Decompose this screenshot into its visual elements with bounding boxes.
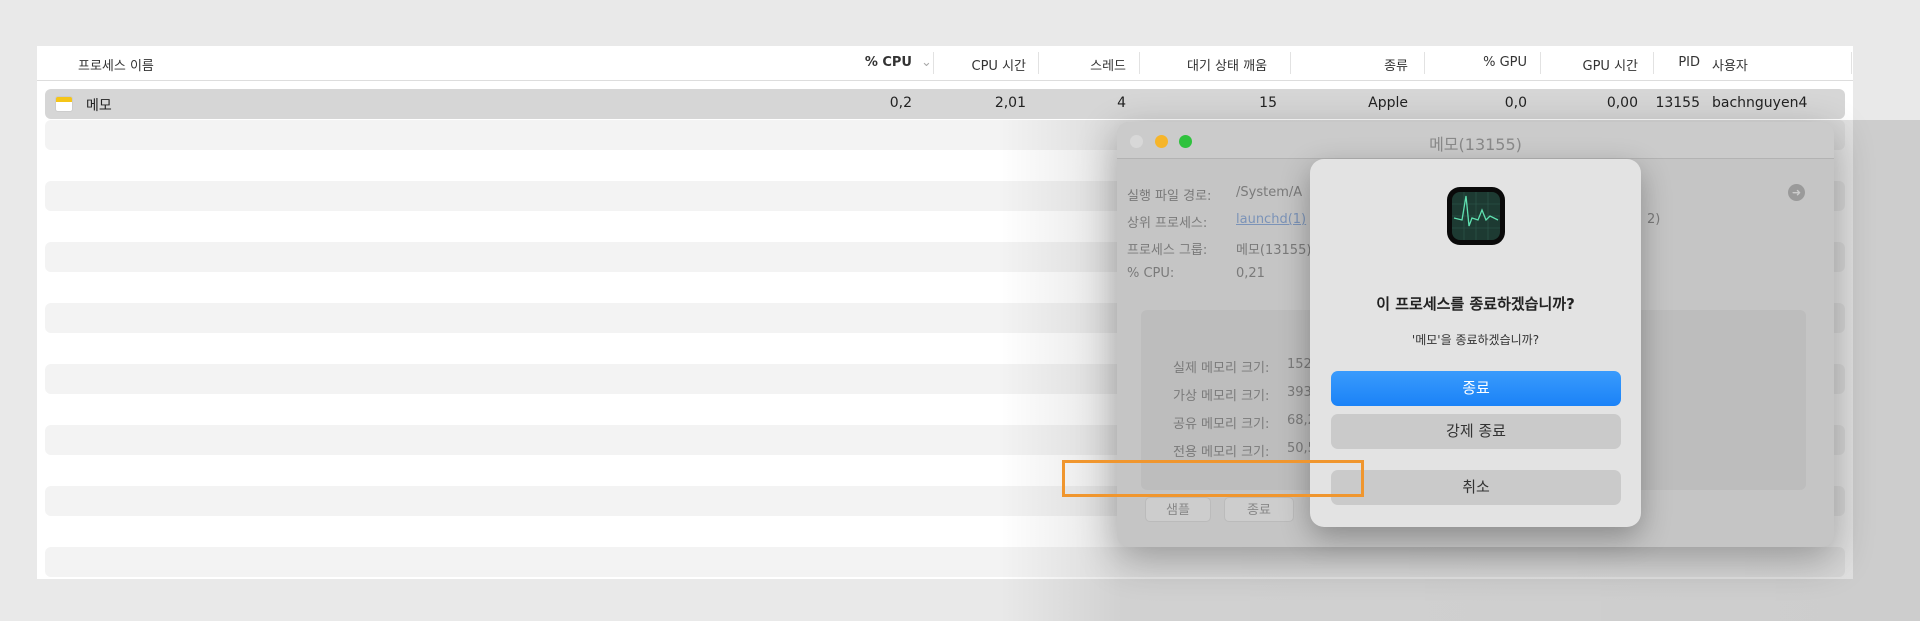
pid-value: 13155 — [1655, 95, 1700, 111]
col-threads[interactable]: 스레드 — [1090, 55, 1126, 74]
notes-app-icon — [55, 96, 73, 112]
activity-monitor-icon — [1447, 187, 1505, 245]
cpu-value: 0,21 — [1236, 266, 1265, 281]
exec-path-value: /System/A — [1236, 185, 1303, 200]
group-value: 메모(13155) — [1236, 243, 1312, 258]
sample-button[interactable]: 샘플 — [1145, 497, 1211, 522]
col-user[interactable]: 사용자 — [1712, 55, 1748, 74]
col-cpu[interactable]: % CPU — [865, 55, 912, 70]
table-header: 프로세스 이름 % CPU ⌄ CPU 시간 스레드 대기 상태 깨움 종류 %… — [37, 46, 1853, 81]
gpu-time-value: 0,00 — [1606, 95, 1638, 111]
dialog-title: 이 프로세스를 종료하겠습니까? — [1376, 295, 1575, 313]
col-process-name[interactable]: 프로세스 이름 — [78, 55, 154, 74]
wakeups-value: 15 — [1259, 95, 1277, 111]
col-cpu-time[interactable]: CPU 시간 — [972, 55, 1026, 74]
cancel-button[interactable]: 취소 — [1331, 470, 1621, 505]
col-kind[interactable]: 종류 — [1384, 55, 1408, 74]
threads-value: 4 — [1117, 95, 1126, 111]
highlight-box — [1062, 460, 1364, 497]
col-wakeups[interactable]: 대기 상태 깨움 — [1187, 55, 1267, 74]
parent-label: 상위 프로세스: — [1127, 216, 1208, 231]
quit-process-button[interactable]: 종료 — [1224, 497, 1294, 522]
sort-chevron-icon[interactable]: ⌄ — [921, 55, 932, 70]
quit-button[interactable]: 종료 — [1331, 371, 1621, 406]
group-label: 프로세스 그룹: — [1127, 243, 1208, 258]
gpu-value: 0,0 — [1504, 95, 1527, 111]
cpu-time-value: 2,01 — [994, 95, 1026, 111]
col-pid[interactable]: PID — [1678, 55, 1700, 70]
parent-suffix: 2) — [1647, 212, 1661, 227]
memory-label: 전용 메모리 크기: — [1173, 445, 1270, 460]
window-title: 메모(13155) — [1429, 135, 1522, 154]
dialog-message: '메모'을 종료하겠습니까? — [1411, 333, 1540, 347]
exec-path-label: 실행 파일 경로: — [1127, 189, 1212, 204]
memory-label: 가상 메모리 크기: — [1173, 389, 1270, 404]
memory-label: 실제 메모리 크기: — [1173, 361, 1270, 376]
table-row[interactable]: 메모 0,2 2,01 4 15 Apple 0,0 0,00 13155 ba… — [45, 89, 1845, 119]
reveal-arrow-icon[interactable]: ➜ — [1788, 184, 1805, 201]
title-bar: 메모(13155) — [1117, 122, 1834, 159]
kind-value: Apple — [1368, 95, 1408, 111]
col-gpu-time[interactable]: GPU 시간 — [1583, 55, 1638, 74]
process-name: 메모 — [86, 98, 112, 114]
user-value: bachnguyen4 — [1712, 95, 1808, 111]
cpu-value: 0,2 — [889, 95, 912, 111]
table-row[interactable] — [45, 547, 1845, 577]
col-gpu[interactable]: % GPU — [1483, 55, 1527, 70]
cpu-label: % CPU: — [1127, 266, 1175, 281]
memory-label: 공유 메모리 크기: — [1173, 417, 1270, 432]
parent-process-link[interactable]: launchd(1) — [1236, 212, 1306, 227]
force-quit-button[interactable]: 강제 종료 — [1331, 414, 1621, 449]
